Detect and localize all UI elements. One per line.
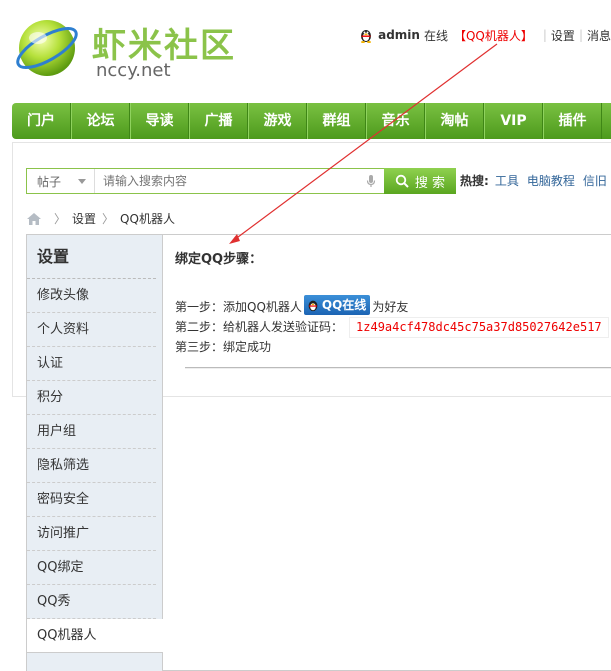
qq-penguin-icon [308,300,318,312]
hot-link[interactable]: 电脑教程 [527,172,575,189]
online-status: 在线 [423,28,448,43]
settings-link[interactable]: 设置 [551,27,575,44]
step-3-text: 第三步：绑定成功 [175,340,272,354]
messages-link[interactable]: 消息 [587,27,611,44]
qq-online-label: QQ在线 [321,297,367,312]
step-1-prefix: 第一步：添加QQ机器人 [175,299,302,314]
username-link[interactable]: admin [378,28,420,42]
sidebar-item-qq-bind[interactable]: QQ绑定 [27,551,156,585]
hot-link[interactable]: 工具 [495,172,519,189]
search-button-label: 搜 索 [414,175,446,191]
hot-label: 热搜: [460,174,489,188]
logo-text-en: nccy.net [96,60,171,81]
hot-searches: 热搜: 工具 电脑教程 信旧 [460,172,611,189]
search-box: 帖子 搜 索 [26,168,456,194]
breadcrumb-settings[interactable]: 设置 [72,210,96,227]
nav-item-portal[interactable]: 门户 [12,103,71,139]
sidebar-item-usergroup[interactable]: 用户组 [27,415,156,449]
qq-penguin-icon [361,30,372,43]
sidebar-item-credits[interactable]: 积分 [27,381,156,415]
search-type-label: 帖子 [37,174,62,189]
user-bar: admin 在线 【QQ机器人】 | 设置 | 消息 [358,26,611,44]
nav-item-plugins[interactable]: 插件 [543,103,602,139]
step-2: 第二步：给机器人发送验证码： 1z49a4cf478dc45c75a37d850… [175,317,611,338]
sidebar-title: 设置 [27,235,156,279]
microphone-icon[interactable] [364,169,378,193]
main-nav: 门户 论坛 导读 广播 游戏 群组 音乐 淘帖 VIP 插件 [12,103,611,139]
sidebar-item-avatar[interactable]: 修改头像 [27,279,156,313]
page: 虾米社区 nccy.net admin 在线 【QQ机器人】 | 设置 | 消息… [0,0,611,671]
sidebar-item-qq-robot[interactable]: QQ机器人 [27,619,163,653]
qqbot-link[interactable]: 【QQ机器人】 [454,27,533,44]
nav-item-groups[interactable]: 群组 [307,103,366,139]
globe-logo-icon [16,20,78,76]
sidebar-item-promotion[interactable]: 访问推广 [27,517,156,551]
breadcrumb: 〉 设置 〉 QQ机器人 [26,210,175,227]
qq-online-button[interactable]: QQ在线 [303,295,371,315]
nav-item-forum[interactable]: 论坛 [71,103,130,139]
search-type-select[interactable]: 帖子 [27,169,95,193]
chevron-down-icon [78,178,86,184]
chevron-right-icon: 〉 [54,212,67,226]
verification-code: 1z49a4cf478dc45c75a37d85027642e517 [349,317,609,338]
steps-list: 第一步：添加QQ机器人 QQ在线 为好友 第二步：给机器人发送验证码： 1z49… [175,295,611,357]
step-2-prefix: 第二步：给机器人发送验证码： [175,320,344,334]
sidebar-item-qq-show[interactable]: QQ秀 [27,585,156,619]
divider [185,367,611,369]
breadcrumb-qqbot[interactable]: QQ机器人 [120,210,175,227]
site-logo[interactable]: 虾米社区 nccy.net [10,10,234,81]
separator: | [578,28,583,42]
step-1-suffix: 为好友 [372,299,409,314]
nav-item-broadcast[interactable]: 广播 [189,103,248,139]
search-icon [395,174,409,188]
nav-item-music[interactable]: 音乐 [366,103,425,139]
nav-item-taotie[interactable]: 淘帖 [425,103,484,139]
step-1: 第一步：添加QQ机器人 QQ在线 为好友 [175,295,611,317]
sidebar-item-privacy[interactable]: 隐私筛选 [27,449,156,483]
main-content: 绑定QQ步骤： 第一步：添加QQ机器人 QQ在线 为好友 第二步：给机器人发送验… [175,248,611,357]
search-input[interactable] [95,169,364,193]
separator: | [542,28,547,42]
sidebar-item-verify[interactable]: 认证 [27,347,156,381]
page-title: 绑定QQ步骤： [175,252,263,267]
sidebar-item-password[interactable]: 密码安全 [27,483,156,517]
nav-item-vip[interactable]: VIP [484,103,543,139]
step-3: 第三步：绑定成功 [175,338,611,357]
home-icon[interactable] [26,212,42,226]
hot-link[interactable]: 信旧 [583,172,607,189]
nav-item-guide[interactable]: 导读 [130,103,189,139]
sidebar-item-profile[interactable]: 个人资料 [27,313,156,347]
search-button[interactable]: 搜 索 [384,168,456,194]
settings-sidebar: 设置 修改头像 个人资料 认证 积分 用户组 隐私筛选 密码安全 访问推广 QQ… [27,235,163,671]
chevron-right-icon: 〉 [102,212,115,226]
nav-item-games[interactable]: 游戏 [248,103,307,139]
